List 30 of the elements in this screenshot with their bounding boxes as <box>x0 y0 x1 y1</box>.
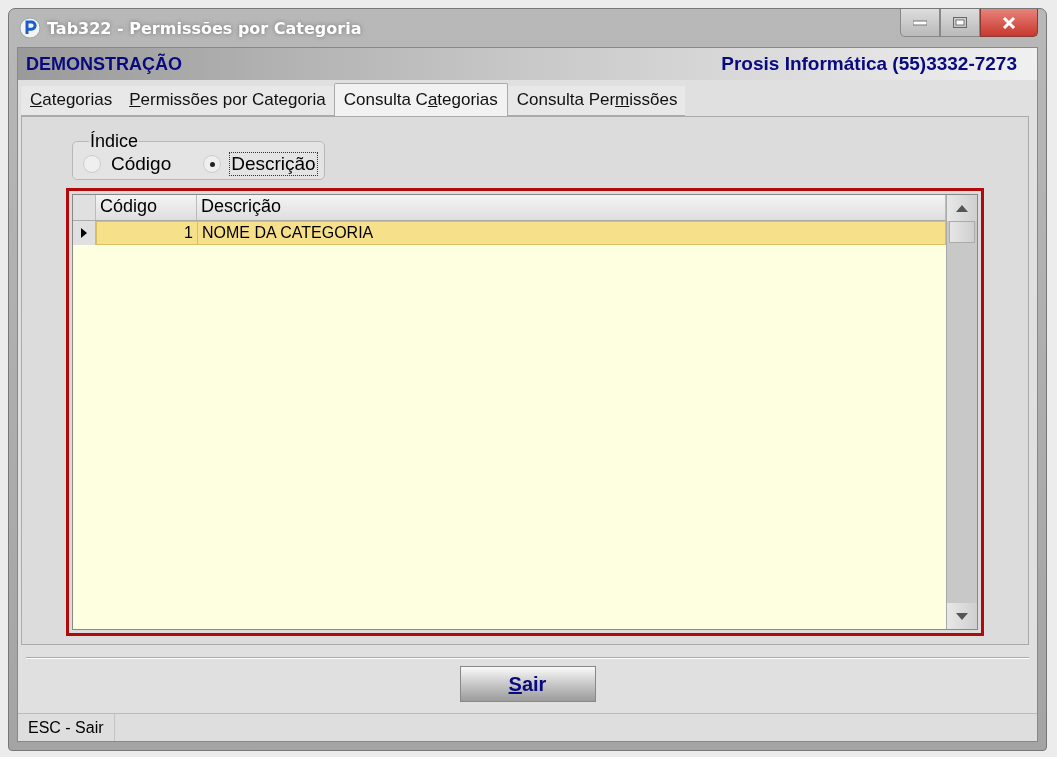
column-header[interactable]: Código <box>96 195 197 220</box>
radio-label[interactable]: Descrição <box>229 152 318 176</box>
grid-row[interactable]: 1 NOME DA CATEGORIA <box>96 221 946 245</box>
maximize-button[interactable] <box>940 9 980 37</box>
scroll-up-icon <box>956 204 968 212</box>
close-button[interactable] <box>980 9 1038 37</box>
exit-button[interactable]: Sair <box>459 666 596 702</box>
company-mode-label: DEMONSTRAÇÃO <box>26 53 182 75</box>
radio-label[interactable]: Código <box>109 152 174 176</box>
row-pointer-icon <box>81 228 87 238</box>
vertical-scrollbar[interactable] <box>946 195 977 629</box>
window-title: Tab322 - Permissões por Categoria <box>47 18 362 38</box>
table-cell-text: NOME DA CATEGORIA <box>201 223 375 243</box>
scroll-down-icon <box>956 612 968 620</box>
status-text: ESC - Sair <box>18 714 115 741</box>
scroll-thumb[interactable] <box>949 221 975 243</box>
company-contact-label: Prosis Informática (55)3332-7273 <box>721 53 1017 75</box>
radio-button[interactable] <box>83 155 101 173</box>
close-icon <box>1002 16 1016 29</box>
tab[interactable]: Consulta Categorias <box>333 83 508 116</box>
tab[interactable]: Consulta Permissões <box>507 86 686 116</box>
tab[interactable]: Categorias <box>21 86 121 116</box>
minimize-button[interactable] <box>900 9 940 37</box>
maximize-icon <box>953 17 967 28</box>
table-cell: 1 <box>97 222 198 244</box>
minimize-icon <box>913 19 927 26</box>
group-title: Índice <box>89 131 140 152</box>
tab[interactable]: Permissões por Categoria <box>120 86 334 116</box>
app-logo-icon <box>19 17 41 39</box>
radio-button[interactable] <box>203 155 222 173</box>
